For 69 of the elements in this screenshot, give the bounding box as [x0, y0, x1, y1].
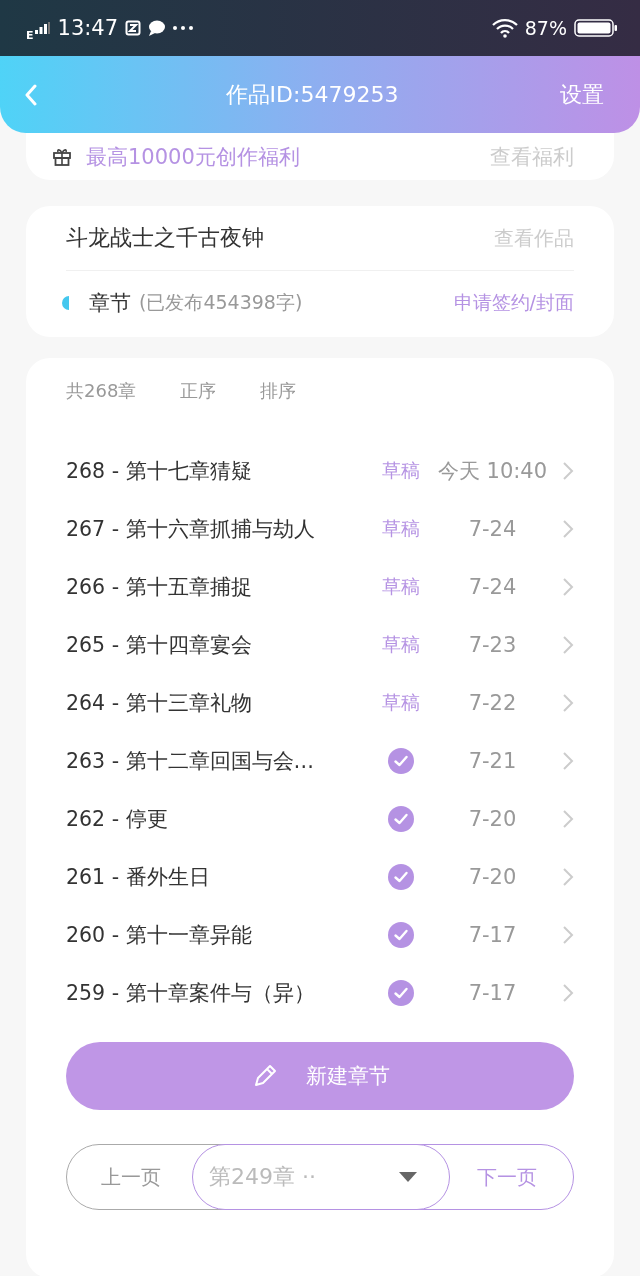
chapter-title: 262 - 停更: [66, 806, 169, 833]
signal-icon: [34, 22, 51, 34]
chapter-title: 259 - 第十章案件与（异）: [66, 980, 316, 1007]
chapter-title: 260 - 第十一章异能: [66, 922, 253, 949]
chapter-title: 261 - 番外生日: [66, 864, 211, 891]
draft-label: 草稿: [382, 516, 420, 541]
draft-label: 草稿: [382, 458, 420, 483]
chevron-right-icon: [562, 983, 574, 1003]
chapter-title: 263 - 第十二章回国与会…: [66, 748, 316, 775]
notification-icon: [125, 20, 142, 36]
chevron-right-icon: [562, 809, 574, 829]
chapter-row[interactable]: 260 - 第十一章异能 7-17: [66, 906, 574, 964]
chapter-date: 7-20: [467, 865, 518, 889]
chevron-right-icon: [562, 751, 574, 771]
draft-label: 草稿: [382, 690, 420, 715]
chapter-title: 265 - 第十四章宴会: [66, 632, 253, 659]
chapter-row[interactable]: 265 - 第十四章宴会 草稿 7-23: [66, 616, 574, 674]
chapter-date: 7-23: [467, 633, 518, 657]
section-label: 章节: [89, 290, 131, 317]
chat-bubble-icon: [148, 20, 167, 36]
network-label: E: [26, 28, 34, 42]
clock-time: 13:47: [57, 16, 119, 40]
chevron-right-icon: [562, 635, 574, 655]
chevron-right-icon: [562, 693, 574, 713]
chapter-date: 7-17: [467, 923, 518, 947]
battery-icon: [574, 19, 618, 37]
check-circle-icon: [388, 980, 414, 1006]
chapter-date: 今天 10:40: [436, 458, 549, 485]
wifi-icon: [491, 18, 518, 38]
chapter-row[interactable]: 266 - 第十五章捕捉 草稿 7-24: [66, 558, 574, 616]
chevron-right-icon: [562, 577, 574, 597]
section-marker-icon: [62, 296, 69, 310]
check-circle-icon: [388, 806, 414, 832]
work-title: 斗龙战士之千古夜钟: [66, 224, 264, 252]
benefit-text: 最高10000元创作福利: [86, 143, 301, 171]
chapter-title: 268 - 第十七章猜疑: [66, 458, 253, 485]
chapter-date: 7-17: [467, 981, 518, 1005]
chapter-row[interactable]: 268 - 第十七章猜疑 草稿 今天 10:40: [66, 442, 574, 500]
check-circle-icon: [388, 922, 414, 948]
gift-icon: [52, 146, 72, 167]
more-icon: [173, 26, 194, 30]
chapter-row[interactable]: 261 - 番外生日 7-20: [66, 848, 574, 906]
chapter-row[interactable]: 262 - 停更 7-20: [66, 790, 574, 848]
back-icon: [24, 83, 38, 106]
chapter-title: 264 - 第十三章礼物: [66, 690, 253, 717]
chevron-right-icon: [562, 925, 574, 945]
draft-label: 草稿: [382, 632, 420, 657]
chapter-date: 7-24: [467, 575, 518, 599]
check-circle-icon: [388, 864, 414, 890]
page-title: 作品ID:5479253: [224, 80, 400, 109]
draft-label: 草稿: [382, 574, 420, 599]
chapter-title: 267 - 第十六章抓捕与劫人: [66, 516, 316, 543]
chapter-row[interactable]: 267 - 第十六章抓捕与劫人 草稿 7-24: [66, 500, 574, 558]
chapter-row[interactable]: 264 - 第十三章礼物 草稿 7-22: [66, 674, 574, 732]
chevron-right-icon: [562, 867, 574, 887]
dropdown-caret-icon: [399, 1172, 417, 1182]
battery-percent: 87%: [524, 17, 567, 39]
published-count: (已发布454398字): [139, 290, 304, 315]
chapter-row[interactable]: 263 - 第十二章回国与会… 7-21: [66, 732, 574, 790]
chevron-right-icon: [562, 461, 574, 481]
check-circle-icon: [388, 748, 414, 774]
chapter-title: 266 - 第十五章捕捉: [66, 574, 253, 601]
chevron-right-icon: [562, 519, 574, 539]
chapter-date: 7-20: [467, 807, 518, 831]
chapter-row[interactable]: 259 - 第十章案件与（异） 7-17: [66, 964, 574, 1022]
chapter-date: 7-24: [467, 517, 518, 541]
chapter-date: 7-21: [467, 749, 518, 773]
chapter-count: 共268章: [66, 379, 137, 403]
chapter-date: 7-22: [467, 691, 518, 715]
